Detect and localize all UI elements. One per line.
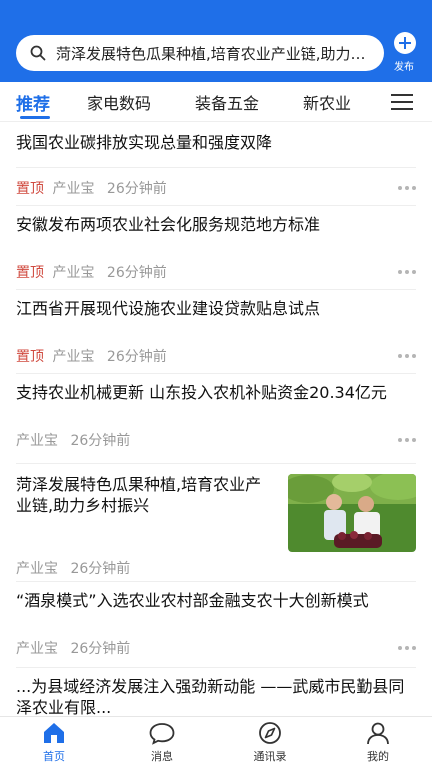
news-title: 安徽发布两项农业社会化服务规范地方标准 — [16, 215, 321, 234]
tab-recommend[interactable]: 推荐 — [16, 90, 50, 115]
news-item[interactable]: 菏泽发展特色瓜果种植,培育农业产业链,助力乡村振兴 产业宝 26分钟前 — [16, 464, 416, 582]
publish-button[interactable]: 发布 — [390, 32, 420, 76]
news-source: 产业宝 — [16, 433, 58, 449]
tab-hardware[interactable]: 装备五金 — [195, 90, 259, 114]
news-item[interactable]: 我国农业碳排放实现总量和强度双降 — [16, 132, 416, 168]
pinned-badge: 置顶 — [16, 181, 44, 197]
news-thumbnail-image — [288, 474, 416, 552]
news-time: 26分钟前 — [106, 181, 167, 197]
menu-icon[interactable] — [391, 94, 413, 110]
nav-label: 我的 — [367, 750, 389, 763]
news-item[interactable]: 安徽发布两项农业社会化服务规范地方标准 置顶 产业宝 26分钟前 — [16, 206, 416, 290]
compass-icon — [259, 722, 281, 744]
more-options-icon[interactable] — [398, 354, 416, 358]
pinned-badge: 置顶 — [16, 265, 44, 281]
news-meta: 产业宝 26分钟前 — [16, 430, 130, 450]
nav-home[interactable]: 首页 — [24, 721, 84, 767]
news-meta: 置顶 产业宝 26分钟前 — [16, 178, 167, 198]
news-item[interactable]: 江西省开展现代设施农业建设贷款贴息试点 置顶 产业宝 26分钟前 — [16, 290, 416, 374]
publish-label: 发布 — [394, 62, 414, 73]
news-time: 26分钟前 — [70, 641, 131, 657]
news-feed: 我国农业碳排放实现总量和强度双降 置顶 产业宝 26分钟前 安徽发布两项农业社会… — [0, 122, 432, 716]
user-icon — [367, 722, 389, 745]
news-item[interactable]: “酒泉模式”入选农业农村部金融支农十大创新模式 产业宝 26分钟前 — [16, 582, 416, 668]
nav-profile[interactable]: 我的 — [348, 721, 408, 767]
news-time: 26分钟前 — [106, 349, 167, 365]
search-text: 菏泽发展特色瓜果种植,培育农业产业链,助力乡村振兴 — [56, 44, 370, 63]
news-meta: 置顶 产业宝 26分钟前 — [16, 262, 167, 282]
news-source: 产业宝 — [52, 349, 95, 365]
news-title: 菏泽发展特色瓜果种植,培育农业产业链,助力乡村振兴 — [16, 475, 262, 515]
top-bar: 菏泽发展特色瓜果种植,培育农业产业链,助力乡村振兴 发布 — [0, 0, 432, 82]
news-item[interactable]: ...为县域经济发展注入强劲新动能 ——武威市民勤县同泽农业有限... — [16, 668, 416, 716]
nav-messages[interactable]: 消息 — [132, 721, 192, 767]
more-options-icon[interactable] — [398, 438, 416, 442]
news-meta-row: 置顶 产业宝 26分钟前 — [16, 168, 416, 206]
nav-label: 首页 — [43, 750, 65, 763]
search-bar[interactable]: 菏泽发展特色瓜果种植,培育农业产业链,助力乡村振兴 — [16, 35, 384, 71]
tab-agriculture[interactable]: 新农业 — [303, 90, 351, 114]
tab-appliances[interactable]: 家电数码 — [87, 90, 151, 114]
bottom-navigation: 首页 消息 通讯录 我的 — [0, 716, 432, 768]
news-title: ...为县域经济发展注入强劲新动能 ——武威市民勤县同泽农业有限... — [16, 677, 405, 716]
news-meta: 产业宝 26分钟前 — [16, 558, 130, 578]
active-tab-indicator — [20, 116, 50, 119]
news-time: 26分钟前 — [106, 265, 167, 281]
nav-contacts[interactable]: 通讯录 — [240, 721, 300, 767]
news-title: 支持农业机械更新 山东投入农机补贴资金20.34亿元 — [16, 383, 387, 402]
plus-icon — [394, 32, 416, 54]
news-source: 产业宝 — [16, 641, 58, 657]
category-tabs: 推荐 家电数码 装备五金 新农业 — [0, 82, 432, 122]
news-time: 26分钟前 — [70, 433, 131, 449]
news-title: 江西省开展现代设施农业建设贷款贴息试点 — [16, 299, 321, 318]
news-time: 26分钟前 — [70, 561, 131, 577]
home-icon — [44, 723, 64, 743]
more-options-icon[interactable] — [398, 186, 416, 190]
news-title: “酒泉模式”入选农业农村部金融支农十大创新模式 — [16, 591, 369, 610]
news-source: 产业宝 — [16, 561, 58, 577]
search-icon — [30, 45, 46, 61]
message-icon — [149, 723, 175, 745]
nav-label: 消息 — [151, 750, 173, 763]
news-item[interactable]: 支持农业机械更新 山东投入农机补贴资金20.34亿元 产业宝 26分钟前 — [16, 374, 416, 464]
more-options-icon[interactable] — [398, 270, 416, 274]
news-meta: 置顶 产业宝 26分钟前 — [16, 346, 167, 366]
news-source: 产业宝 — [52, 265, 95, 281]
pinned-badge: 置顶 — [16, 349, 44, 365]
news-meta: 产业宝 26分钟前 — [16, 638, 130, 658]
more-options-icon[interactable] — [398, 646, 416, 650]
nav-label: 通讯录 — [253, 750, 287, 763]
news-title: 我国农业碳排放实现总量和强度双降 — [16, 133, 273, 152]
news-source: 产业宝 — [52, 181, 95, 197]
